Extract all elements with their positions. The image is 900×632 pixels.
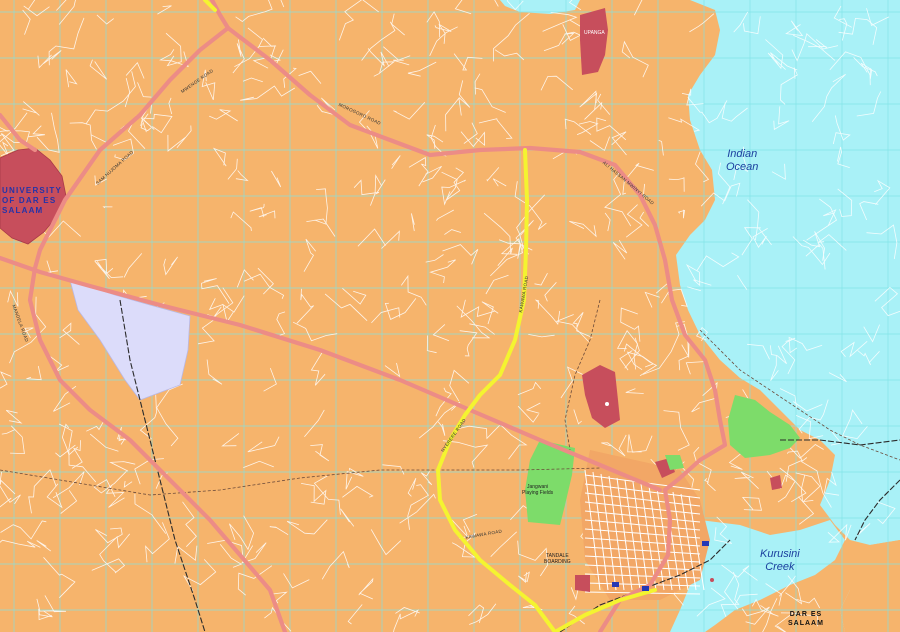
- upanga-label: UPANGA: [584, 30, 605, 36]
- tandale-label: TANDALE BOARDING: [544, 553, 571, 565]
- transport-marker-2: [612, 582, 619, 587]
- upanga-label-text: UPANGA: [584, 30, 605, 36]
- kurusini-label-line2: Creek: [765, 561, 795, 573]
- university-label: UNIVERSITY OF DAR ES SALAAM: [2, 186, 62, 216]
- jangwani-label-line2: Playing Fields: [522, 490, 554, 496]
- university-label-line2: OF DAR ES: [2, 196, 57, 205]
- poi-dot-1: [710, 578, 714, 582]
- poi-dot-2: [605, 402, 609, 406]
- city-label-line2: SALAAM: [788, 620, 824, 627]
- city-label: DAR ES SALAAM: [788, 610, 824, 628]
- kurusini-creek-label: Kurusini Creek: [760, 548, 800, 574]
- transport-marker-3: [642, 586, 649, 591]
- institution-small-3: [575, 575, 590, 592]
- jangwani-label: Jangwani Playing Fields: [522, 484, 553, 496]
- indian-ocean-label-line2: Ocean: [726, 161, 759, 173]
- kurusini-label-line1: Kurusini: [760, 548, 800, 560]
- university-label-line3: SALAAM: [2, 206, 44, 215]
- indian-ocean-label: Indian Ocean: [726, 148, 758, 174]
- map-canvas[interactable]: Indian Ocean Kurusini Creek UNIVERSITY O…: [0, 0, 900, 632]
- map-graphics: [0, 0, 900, 632]
- tandale-label-line2: BOARDING: [544, 559, 571, 565]
- transport-marker-1: [702, 541, 709, 546]
- indian-ocean-label-line1: Indian: [727, 148, 758, 160]
- university-label-line1: UNIVERSITY: [2, 186, 63, 195]
- city-label-line1: DAR ES: [789, 611, 823, 618]
